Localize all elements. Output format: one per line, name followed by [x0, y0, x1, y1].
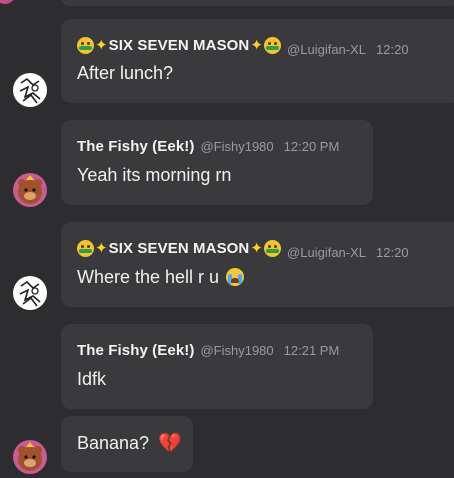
message-text: Yeah its morning rn — [77, 165, 232, 185]
message-bubble[interactable]: The Fishy (Eek!) @Fishy1980 12:20 PM Yea… — [61, 120, 373, 205]
sparkles-emoji-icon: ✦ — [95, 37, 108, 54]
avatar-fishy[interactable] — [13, 173, 47, 207]
orange-bear-avatar-icon — [13, 440, 47, 474]
message-bubble[interactable]: ✦ SIX SEVEN MASON ✦ @Luigifan-XL 12:20 A… — [61, 19, 454, 103]
author-name[interactable]: The Fishy (Eek!) — [77, 138, 194, 155]
avatar-fishy[interactable] — [13, 440, 47, 474]
timestamp: 12:21 PM — [283, 343, 340, 358]
orange-bear-avatar-icon — [13, 173, 47, 207]
broken-heart-icon: 💔 — [158, 433, 182, 454]
sparkles-emoji-icon: ✦ — [250, 240, 264, 257]
author-handle[interactable]: @Fishy1980 — [200, 343, 273, 358]
author-name[interactable]: The Fishy (Eek!) — [77, 342, 194, 359]
white-scribble-avatar-icon — [13, 73, 47, 107]
author-name[interactable]: ✦ SIX SEVEN MASON ✦ — [77, 239, 282, 257]
message-text: Idfk — [77, 369, 107, 389]
chat-window: ✦ SIX SEVEN MASON ✦ @Luigifan-XL 12:20 A… — [0, 0, 454, 478]
timestamp: 12:20 — [376, 41, 409, 57]
avatar[interactable] — [0, 0, 16, 4]
message-bubble[interactable]: ✦ SIX SEVEN MASON ✦ @Luigifan-XL 12:20 W… — [61, 222, 454, 307]
timestamp: 12:20 — [376, 244, 409, 260]
sparkles-emoji-icon: ✦ — [95, 240, 108, 257]
author-handle[interactable]: @Luigifan-XL — [287, 42, 366, 57]
sparkles-emoji-icon: ✦ — [250, 37, 264, 54]
loudly-crying-face-icon — [226, 268, 245, 286]
author-name[interactable]: ✦ SIX SEVEN MASON ✦ — [77, 36, 282, 54]
avatar-mason[interactable] — [13, 276, 47, 310]
money-mouth-emoji-icon — [264, 239, 282, 257]
message-bubble[interactable]: Banana? 💔 — [61, 416, 193, 472]
author-handle[interactable]: @Luigifan-XL — [287, 245, 366, 260]
avatar-mason[interactable] — [13, 73, 47, 107]
timestamp: 12:20 PM — [283, 139, 340, 154]
message-text: After lunch? — [77, 63, 174, 83]
message-text: Banana? 💔 — [77, 433, 182, 454]
message-bubble[interactable]: The Fishy (Eek!) @Fishy1980 12:21 PM Idf… — [61, 324, 373, 409]
money-mouth-emoji-icon — [77, 239, 94, 257]
message-bubble-partial — [60, 0, 454, 6]
money-mouth-emoji-icon — [77, 36, 94, 54]
author-handle[interactable]: @Fishy1980 — [200, 139, 273, 154]
money-mouth-emoji-icon — [264, 36, 282, 54]
white-scribble-avatar-icon — [13, 276, 47, 310]
message-text: Where the hell r u — [77, 267, 245, 288]
